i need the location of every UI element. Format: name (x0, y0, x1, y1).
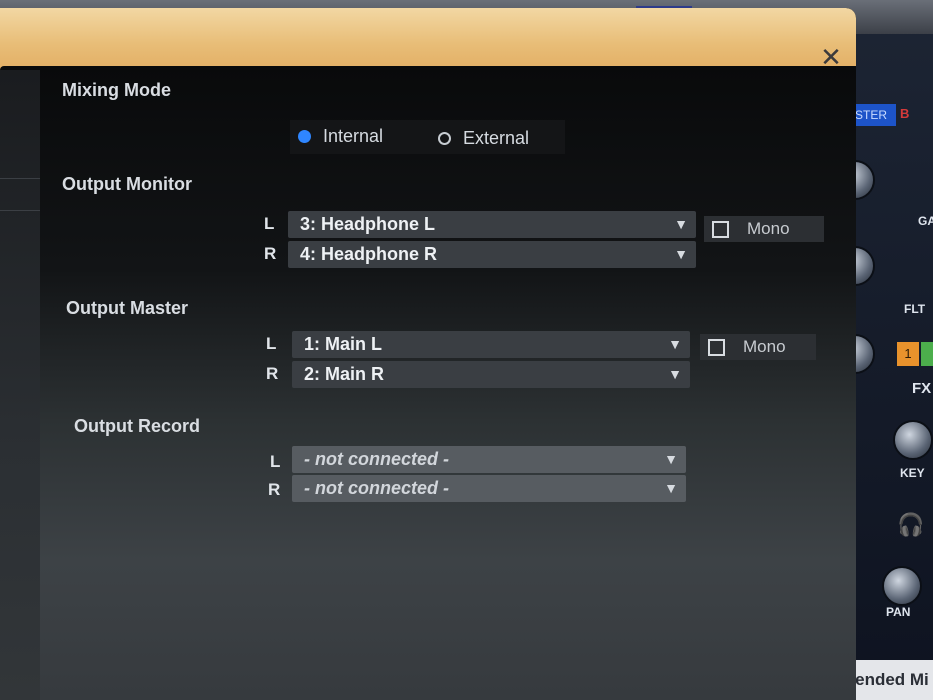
master-left-output-select[interactable]: 1: Main L ▼ (292, 331, 690, 358)
record-left-output-select[interactable]: - not connected - ▼ (292, 446, 686, 473)
monitor-right-value: 4: Headphone R (300, 244, 438, 264)
chevron-down-icon: ▼ (674, 246, 688, 262)
record-left-channel-label: L (270, 452, 281, 471)
fx-slot-1[interactable]: 1 (897, 342, 919, 366)
record-left-value: - not connected - (304, 449, 449, 469)
fx-label: FX (912, 380, 932, 397)
radio-label-external: External (463, 128, 530, 148)
checkbox-icon (712, 220, 729, 238)
fx-slot-2[interactable] (921, 342, 933, 366)
audio-routing-dialog: ✕ Mixing Mode Internal External Output M… (0, 8, 856, 700)
master-mono-label: Mono (743, 337, 786, 356)
filter-label: FLT (904, 302, 926, 316)
key-label: KEY (900, 466, 925, 480)
output-record-title: Output Record (74, 416, 200, 436)
record-right-output-select[interactable]: - not connected - ▼ (292, 475, 686, 502)
monitor-right-channel-label: R (264, 244, 277, 263)
chevron-down-icon: ▼ (668, 336, 682, 352)
dialog-title-bar[interactable] (0, 8, 856, 74)
monitor-left-value: 3: Headphone L (300, 214, 436, 234)
radio-unselected-icon (438, 132, 451, 145)
chevron-down-icon: ▼ (668, 366, 682, 382)
chevron-down-icon: ▼ (664, 480, 678, 496)
dialog-side-list (0, 70, 40, 700)
mixing-mode-external-radio[interactable]: External (438, 128, 529, 149)
record-right-value: - not connected - (304, 478, 449, 498)
monitor-mono-checkbox[interactable]: Mono (704, 216, 824, 242)
master-right-value: 2: Main R (304, 364, 385, 384)
output-master-title: Output Master (66, 298, 189, 318)
mixing-mode-title: Mixing Mode (62, 80, 171, 100)
monitor-left-output-select[interactable]: 3: Headphone L ▼ (288, 211, 696, 238)
gain-label: GA (918, 214, 933, 228)
deck-b-label: B (900, 106, 910, 121)
radio-label-internal: Internal (323, 126, 384, 146)
chevron-down-icon: ▼ (664, 451, 678, 467)
headphone-icon[interactable]: 🎧 (897, 512, 924, 538)
output-monitor-title: Output Monitor (62, 174, 192, 194)
master-left-channel-label: L (266, 334, 277, 353)
mixing-mode-internal-radio[interactable]: Internal (298, 126, 383, 147)
record-right-channel-label: R (268, 480, 281, 499)
pan-label: PAN (886, 605, 911, 619)
pan-knob[interactable] (882, 566, 922, 606)
checkbox-icon (708, 338, 725, 356)
master-right-output-select[interactable]: 2: Main R ▼ (292, 361, 690, 388)
master-left-value: 1: Main L (304, 334, 383, 354)
monitor-mono-label: Mono (747, 219, 790, 238)
radio-selected-icon (298, 130, 311, 143)
monitor-right-output-select[interactable]: 4: Headphone R ▼ (288, 241, 696, 268)
master-right-channel-label: R (266, 364, 279, 383)
monitor-left-channel-label: L (264, 214, 275, 233)
master-mono-checkbox[interactable]: Mono (700, 334, 816, 360)
key-knob[interactable] (893, 420, 933, 460)
chevron-down-icon: ▼ (674, 216, 688, 232)
mixing-mode-radio-group: Internal External (290, 120, 565, 154)
